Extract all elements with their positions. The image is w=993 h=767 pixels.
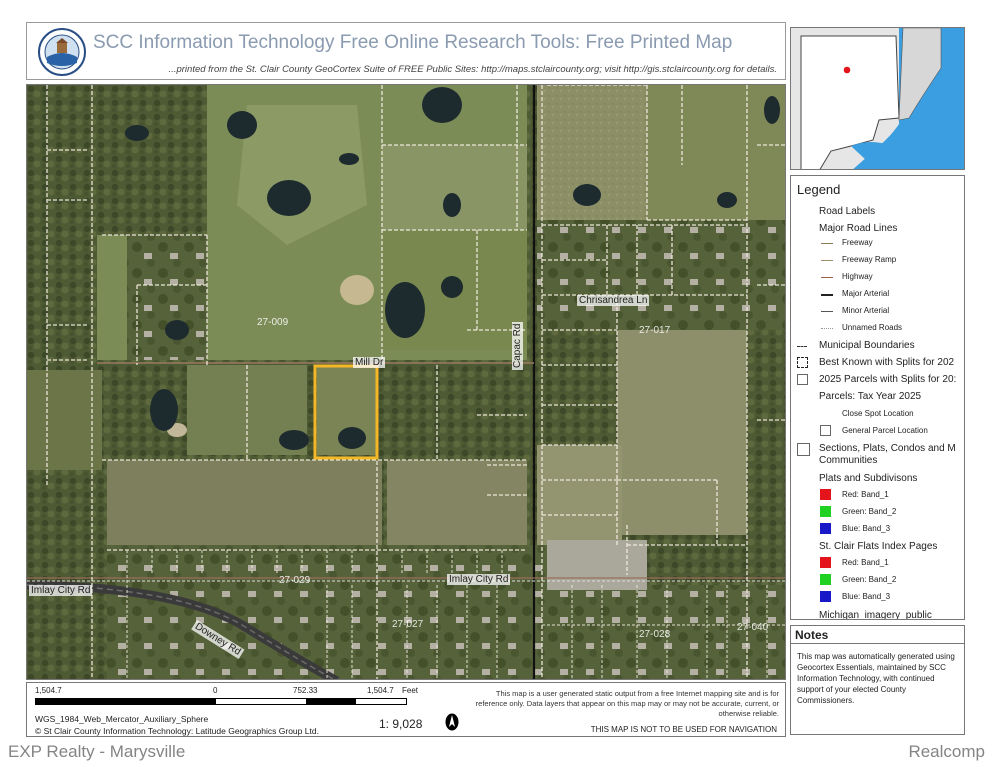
header-subtitle: ...printed from the St. Clair County Geo… <box>168 64 777 75</box>
legend-band-blue: Blue: Band_3 <box>842 592 891 601</box>
legend-plats: Plats and Subdivisons <box>819 473 918 484</box>
road-label-mill: Mill Dr <box>353 357 386 368</box>
disclaimer-text: This map is a user generated static outp… <box>475 689 779 718</box>
scale-left-value: 1,504.7 <box>35 686 62 695</box>
location-marker-icon <box>843 66 851 74</box>
legend-swatch-highway <box>821 277 833 278</box>
overview-inset-map[interactable] <box>790 27 965 170</box>
legend-swatch-red-band <box>820 489 831 500</box>
copyright-label: © St Clair County Information Technology… <box>35 726 319 736</box>
legend-road-labels: Road Labels <box>819 206 876 217</box>
legend-title: Legend <box>797 182 841 197</box>
notes-title: Notes <box>791 626 964 644</box>
legend-swatch-freeway-ramp <box>821 260 833 261</box>
legend-communities: Communities <box>819 455 878 466</box>
map-footer: 1,504.7 0 752.33 1,504.7 Feet WGS_1984_W… <box>26 682 786 737</box>
legend-best-known: Best Known with Splits for 202 <box>819 357 955 368</box>
scale-zero-value: 0 <box>213 686 218 695</box>
road-label-capac: Capac Rd <box>512 321 523 370</box>
legend-item-highway: Highway <box>842 272 873 281</box>
road-label-imlay-center: Imlay City Rd <box>447 574 511 585</box>
county-overview-graphic <box>791 28 964 169</box>
legend-band-red: Red: Band_1 <box>842 490 889 499</box>
legend-close-spot: Close Spot Location <box>842 409 914 418</box>
legend-swatch-blue-band <box>820 591 831 602</box>
parcel-number-label: 27-028 <box>639 629 671 640</box>
parcel-number-label: 27-040 <box>737 622 769 633</box>
watermark-mls: Realcomp <box>908 742 985 761</box>
notes-body: This map was automatically generated usi… <box>797 652 955 705</box>
legend-general-parcel: General Parcel Location <box>842 426 928 435</box>
watermark-brokerage: EXP Realty - Marysville <box>8 742 186 761</box>
road-label-imlay-left: Imlay City Rd <box>29 585 93 596</box>
legend-item-freeway: Freeway <box>842 238 873 247</box>
scale-bar <box>35 698 407 705</box>
header-title: SCC Information Technology Free Online R… <box>93 32 733 53</box>
aerial-imagery <box>27 85 785 679</box>
legend-item-unnamed-roads: Unnamed Roads <box>842 323 903 332</box>
legend-swatch-major-arterial <box>821 294 833 296</box>
legend-swatch-red-band <box>820 557 831 568</box>
legend-swatch-best-known <box>797 357 808 368</box>
legend-band-blue: Blue: Band_3 <box>842 524 891 533</box>
aerial-map[interactable]: Chrisandrea Ln Mill Dr Capac Rd Imlay Ci… <box>26 84 786 680</box>
legend-swatch-parcels-2025 <box>797 374 808 385</box>
legend-flats-index: St. Clair Flats Index Pages <box>819 541 938 552</box>
parcel-number-label: 27-029 <box>279 575 311 586</box>
legend-swatch-green-band <box>820 574 831 585</box>
scale-ratio: 1: 9,028 <box>379 717 423 731</box>
legend-swatch-municipal <box>797 346 807 347</box>
map-header: SCC Information Technology Free Online R… <box>26 22 786 80</box>
legend-sections: Sections, Plats, Condos and M <box>819 443 956 454</box>
scale-unit: Feet <box>402 686 419 695</box>
legend-parcels-2025: 2025 Parcels with Splits for 20: <box>819 374 957 385</box>
legend-swatch-sections <box>797 443 810 456</box>
navigation-warning: THIS MAP IS NOT TO BE USED FOR NAVIGATIO… <box>590 725 777 734</box>
legend-major-road-lines: Major Road Lines <box>819 223 898 234</box>
legend-swatch-blue-band <box>820 523 831 534</box>
legend-michigan-imagery: Michigan_imagery_public <box>819 610 932 620</box>
scale-mid-value: 752.33 <box>293 686 318 695</box>
legend-municipal-boundaries: Municipal Boundaries <box>819 340 915 351</box>
legend-band-green: Green: Band_2 <box>842 575 897 584</box>
legend-swatch-minor-arterial <box>821 311 833 312</box>
notes-panel: Notes This map was automatically generat… <box>790 625 965 735</box>
legend-swatch-general-parcel <box>820 425 831 436</box>
parcel-number-label: 27-027 <box>392 619 424 630</box>
legend-swatch-freeway <box>821 243 833 244</box>
legend-band-red: Red: Band_1 <box>842 558 889 567</box>
scale-right-value: 1,504.7 <box>367 686 394 695</box>
projection-label: WGS_1984_Web_Mercator_Auxiliary_Sphere <box>35 714 209 724</box>
legend-swatch-green-band <box>820 506 831 517</box>
road-label-chrisandrea: Chrisandrea Ln <box>577 295 650 306</box>
legend-parcels-tax-year: Parcels: Tax Year 2025 <box>819 391 922 402</box>
legend-item-freeway-ramp: Freeway Ramp <box>842 255 897 264</box>
legend-swatch-unnamed-roads <box>821 328 833 329</box>
legend-item-minor-arterial: Minor Arterial <box>842 306 890 315</box>
county-seal-icon <box>38 28 86 76</box>
parcel-number-label: 27-017 <box>639 325 671 336</box>
map-legend: Legend Road Labels Major Road Lines Free… <box>790 175 965 620</box>
legend-band-green: Green: Band_2 <box>842 507 897 516</box>
parcel-number-label: 27-009 <box>257 317 289 328</box>
legend-item-major-arterial: Major Arterial <box>842 289 890 298</box>
north-arrow-icon <box>445 713 459 731</box>
